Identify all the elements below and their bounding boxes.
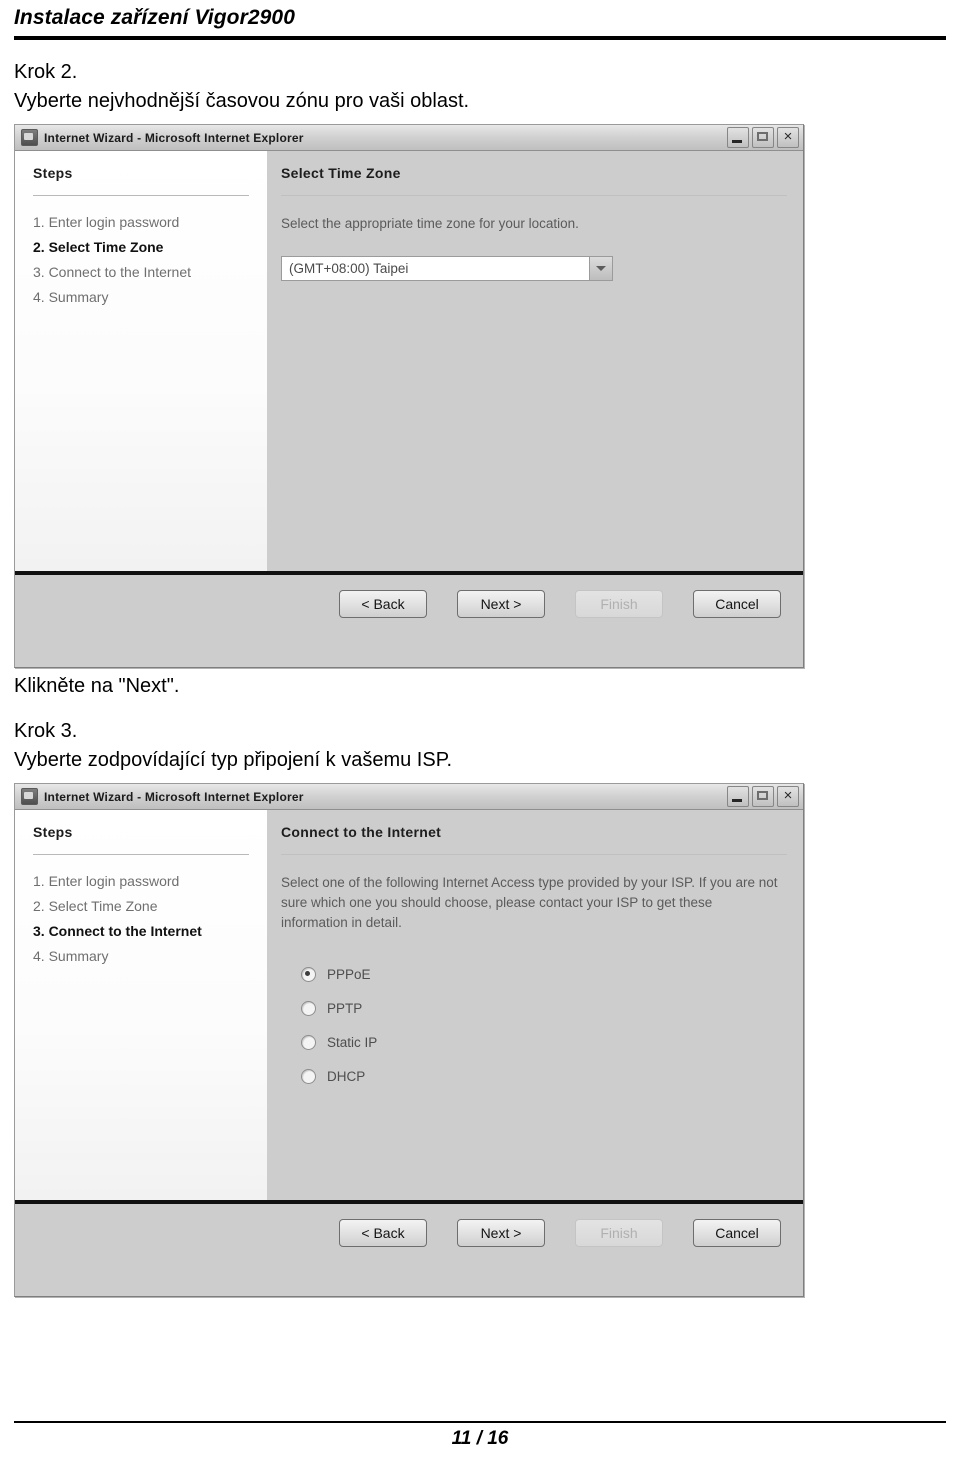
content-pane: Select Time Zone Select the appropriate …	[267, 151, 803, 571]
step-item-4: 4. Summary	[33, 289, 109, 305]
next-button[interactable]: Next >	[457, 1219, 545, 1247]
document-title: Instalace zařízení Vigor2900	[14, 6, 295, 29]
minimize-button[interactable]	[727, 786, 749, 807]
steps-list: 1. Enter login password 2. Select Time Z…	[33, 210, 267, 310]
radio-option-pppoe[interactable]: PPPoE	[301, 957, 787, 991]
steps-pane-title: Steps	[33, 165, 73, 181]
step-item-2: 2. Select Time Zone	[33, 239, 164, 255]
radio-label-static-ip: Static IP	[327, 1034, 378, 1050]
radio-label-pptp: PPTP	[327, 1000, 363, 1016]
document-page: Instalace zařízení Vigor2900 Krok 2. Vyb…	[0, 0, 960, 1459]
content-divider	[281, 195, 787, 196]
close-icon: ×	[783, 787, 793, 804]
close-button[interactable]: ×	[777, 786, 799, 807]
step2-text-block: Krok 2. Vyberte nejvhodnější časovou zón…	[14, 58, 946, 116]
radio-label-pppoe: PPPoE	[327, 966, 371, 982]
dialog-window-title: Internet Wizard - Microsoft Internet Exp…	[44, 789, 304, 804]
step-item-1: 1. Enter login password	[33, 214, 180, 230]
dialog-titlebar[interactable]: Internet Wizard - Microsoft Internet Exp…	[15, 125, 803, 151]
content-title: Select Time Zone	[281, 165, 401, 181]
radio-unselected-icon	[301, 1000, 316, 1016]
header-divider	[14, 36, 946, 40]
maximize-button[interactable]	[752, 786, 774, 807]
maximize-icon	[757, 791, 768, 800]
close-button[interactable]: ×	[777, 127, 799, 148]
internet-explorer-icon	[21, 788, 38, 805]
dialog-titlebar[interactable]: Internet Wizard - Microsoft Internet Exp…	[15, 784, 803, 810]
step-item-4: 4. Summary	[33, 948, 109, 964]
dialog-body: Steps 1. Enter login password 2. Select …	[15, 810, 803, 1200]
internet-wizard-dialog-timezone[interactable]: Internet Wizard - Microsoft Internet Exp…	[14, 124, 804, 668]
radio-option-dhcp[interactable]: DHCP	[301, 1059, 787, 1093]
step-item-2: 2. Select Time Zone	[33, 898, 158, 914]
step2-instruction: Vyberte nejvhodnější časovou zónu pro va…	[14, 90, 470, 112]
document-footer: 11 / 16	[14, 1421, 946, 1453]
step3-instruction: Vyberte zodpovídající typ připojení k va…	[14, 749, 453, 771]
close-icon: ×	[783, 128, 793, 145]
maximize-button[interactable]	[752, 127, 774, 148]
step-item-3: 3. Connect to the Internet	[33, 923, 202, 939]
content-divider	[281, 854, 787, 855]
radio-selected-icon	[301, 966, 316, 982]
access-type-radio-group: PPPoE PPTP Static IP DHCP	[281, 957, 787, 1093]
step-item-3: 3. Connect to the Internet	[33, 264, 191, 280]
radio-unselected-icon	[301, 1034, 316, 1050]
window-controls: ×	[727, 786, 799, 807]
content-title: Connect to the Internet	[281, 824, 442, 840]
content-description: Select the appropriate time zone for you…	[281, 216, 579, 231]
next-button[interactable]: Next >	[457, 590, 545, 618]
radio-unselected-icon	[301, 1068, 316, 1084]
finish-button: Finish	[575, 1219, 663, 1247]
radio-option-static-ip[interactable]: Static IP	[301, 1025, 787, 1059]
back-button[interactable]: < Back	[339, 590, 427, 618]
window-controls: ×	[727, 127, 799, 148]
text-gap	[14, 701, 946, 717]
cancel-button[interactable]: Cancel	[693, 590, 781, 618]
steps-pane-divider	[33, 195, 249, 196]
finish-button: Finish	[575, 590, 663, 618]
cancel-button[interactable]: Cancel	[693, 1219, 781, 1247]
step-item-1: 1. Enter login password	[33, 873, 180, 889]
radio-option-pptp[interactable]: PPTP	[301, 991, 787, 1025]
steps-list: 1. Enter login password 2. Select Time Z…	[33, 869, 267, 969]
minimize-icon	[732, 140, 742, 143]
dialog-window-title: Internet Wizard - Microsoft Internet Exp…	[44, 130, 304, 145]
steps-pane-divider	[33, 854, 249, 855]
dialog-body: Steps 1. Enter login password 2. Select …	[15, 151, 803, 571]
back-button[interactable]: < Back	[339, 1219, 427, 1247]
content-description: Select one of the following Internet Acc…	[281, 875, 778, 930]
steps-pane-title: Steps	[33, 824, 73, 840]
click-next-instruction: Klikněte na "Next".	[14, 675, 180, 697]
step3-heading: Krok 3.	[14, 720, 78, 742]
document-header: Instalace zařízení Vigor2900	[14, 0, 946, 34]
internet-explorer-icon	[21, 129, 38, 146]
dialog-button-bar: < Back Next > Finish Cancel	[15, 575, 803, 667]
radio-label-dhcp: DHCP	[327, 1068, 366, 1084]
step2-heading: Krok 2.	[14, 61, 78, 83]
steps-pane: Steps 1. Enter login password 2. Select …	[15, 810, 267, 1200]
maximize-icon	[757, 132, 768, 141]
internet-wizard-dialog-internet[interactable]: Internet Wizard - Microsoft Internet Exp…	[14, 783, 804, 1297]
steps-pane: Steps 1. Enter login password 2. Select …	[15, 151, 267, 571]
dialog-button-bar: < Back Next > Finish Cancel	[15, 1204, 803, 1296]
chevron-down-icon[interactable]	[589, 257, 612, 280]
content-pane: Connect to the Internet Select one of th…	[267, 810, 803, 1200]
timezone-select[interactable]: (GMT+08:00) Taipei	[281, 256, 613, 281]
minimize-icon	[732, 799, 742, 802]
page-number: 11 / 16	[451, 1428, 509, 1449]
minimize-button[interactable]	[727, 127, 749, 148]
timezone-selected-value: (GMT+08:00) Taipei	[289, 261, 409, 276]
